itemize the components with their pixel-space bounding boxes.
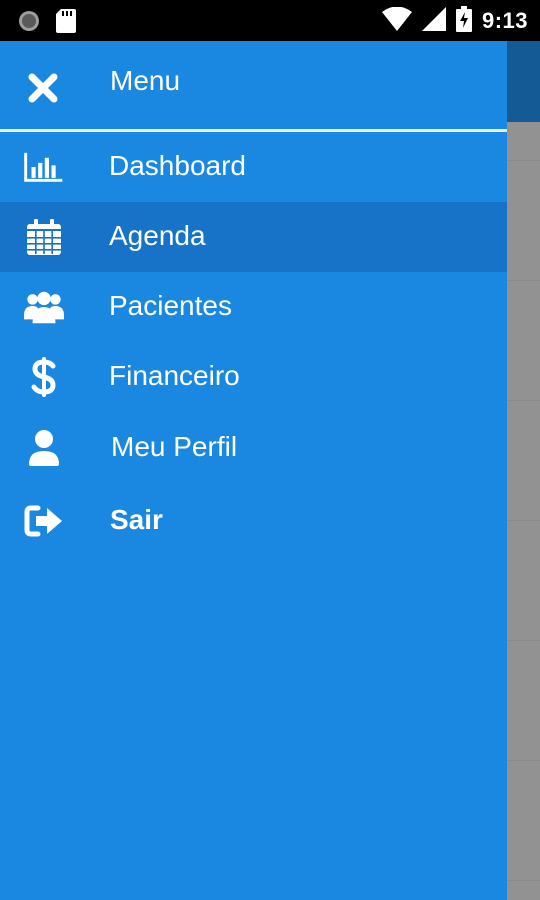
menu-item-label: Financeiro — [109, 360, 240, 391]
dollar-icon — [24, 357, 64, 397]
battery-charging-icon — [455, 5, 472, 37]
menu-list: Dashboard Agenda Pacientes Financeiro Me… — [0, 132, 507, 556]
cellular-signal-icon — [421, 6, 446, 36]
menu-item-label: Dashboard — [109, 150, 246, 181]
menu-item-pacientes[interactable]: Pacientes — [0, 272, 507, 342]
status-left-icons — [18, 9, 76, 38]
navigation-drawer: Menu Dashboard Agenda Pacientes Financei… — [0, 41, 507, 900]
menu-item-label: Meu Perfil — [111, 431, 238, 462]
menu-item-label: Pacientes — [109, 290, 232, 321]
menu-item-label: Agenda — [109, 220, 206, 251]
notification-dot-icon — [18, 10, 40, 37]
status-bar: 9:13 — [0, 0, 540, 41]
menu-item-dashboard[interactable]: Dashboard — [0, 132, 507, 202]
drawer-backdrop[interactable] — [507, 41, 540, 900]
drawer-title: Menu — [110, 65, 181, 96]
users-icon — [24, 288, 64, 326]
sign-out-icon — [24, 502, 64, 540]
calendar-icon — [24, 218, 64, 256]
user-icon — [24, 429, 64, 467]
wifi-icon — [381, 6, 412, 36]
status-time: 9:13 — [481, 8, 528, 33]
drawer-header: Menu — [0, 41, 507, 129]
menu-item-meu-perfil[interactable]: Meu Perfil — [0, 413, 507, 483]
menu-item-financeiro[interactable]: Financeiro — [0, 342, 507, 412]
close-icon[interactable] — [26, 71, 60, 105]
backdrop-app-bar — [507, 41, 540, 122]
menu-item-sair[interactable]: Sair — [0, 486, 507, 556]
bar-chart-icon — [24, 148, 64, 186]
menu-item-label: Sair — [110, 504, 163, 535]
sd-card-icon — [56, 9, 76, 38]
menu-item-agenda[interactable]: Agenda — [0, 202, 507, 272]
status-right-icons: 9:13 — [381, 5, 528, 37]
